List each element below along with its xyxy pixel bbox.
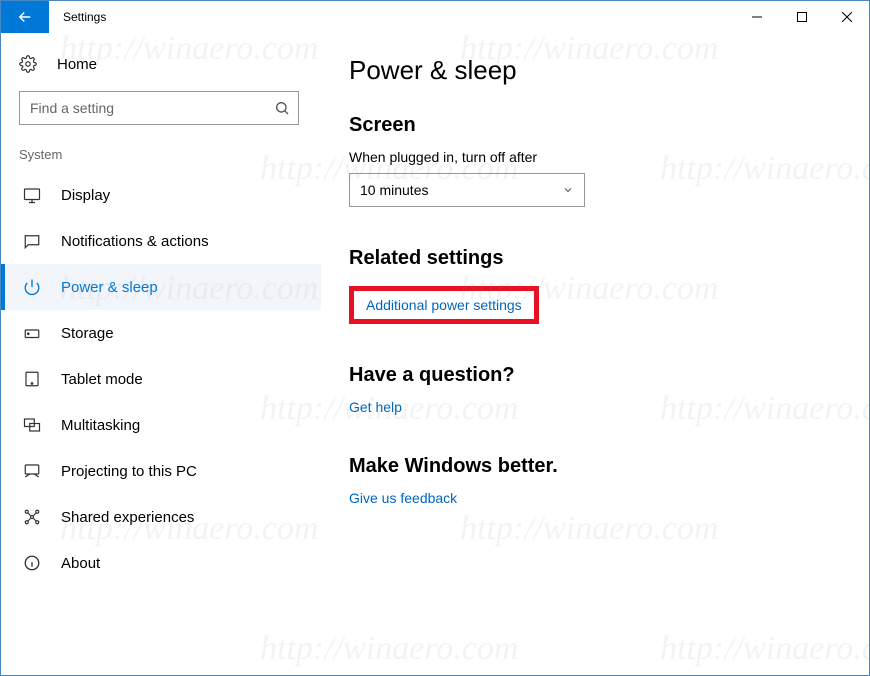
- sidebar-nav: Display Notifications & actions Power & …: [1, 172, 321, 586]
- sidebar-item-label: Multitasking: [61, 417, 140, 434]
- multitasking-icon: [23, 416, 41, 434]
- screen-field-label: When plugged in, turn off after: [349, 149, 869, 165]
- question-section: Have a question? Get help: [349, 364, 869, 415]
- additional-power-settings-link[interactable]: Additional power settings: [366, 297, 522, 313]
- screen-timeout-select[interactable]: 10 minutes: [349, 173, 585, 207]
- sidebar-group-label: System: [1, 147, 321, 172]
- sidebar-item-about[interactable]: About: [1, 540, 321, 586]
- shared-icon: [23, 508, 41, 526]
- feedback-section: Make Windows better. Give us feedback: [349, 455, 869, 506]
- back-button[interactable]: [1, 1, 49, 33]
- tablet-icon: [23, 370, 41, 388]
- gear-icon: [19, 55, 37, 73]
- search-box[interactable]: [19, 91, 299, 125]
- sidebar-item-tablet[interactable]: Tablet mode: [1, 356, 321, 402]
- sidebar-item-label: Tablet mode: [61, 371, 143, 388]
- related-section: Related settings Additional power settin…: [349, 247, 869, 324]
- page-title: Power & sleep: [349, 55, 869, 86]
- chevron-down-icon: [562, 184, 574, 196]
- titlebar: Settings: [1, 1, 869, 33]
- maximize-icon: [797, 12, 807, 22]
- display-icon: [23, 186, 41, 204]
- power-icon: [23, 278, 41, 296]
- related-heading: Related settings: [349, 247, 869, 270]
- window-controls: [734, 1, 869, 33]
- notifications-icon: [23, 232, 41, 250]
- sidebar-home-label: Home: [57, 56, 97, 73]
- sidebar-item-label: Power & sleep: [61, 279, 158, 296]
- close-button[interactable]: [824, 1, 869, 33]
- sidebar-item-label: Projecting to this PC: [61, 463, 197, 480]
- about-icon: [23, 554, 41, 572]
- sidebar-item-power[interactable]: Power & sleep: [1, 264, 321, 310]
- sidebar-item-label: Display: [61, 187, 110, 204]
- sidebar-item-shared[interactable]: Shared experiences: [1, 494, 321, 540]
- get-help-link[interactable]: Get help: [349, 399, 402, 415]
- arrow-left-icon: [16, 8, 34, 26]
- sidebar: Home System Display: [1, 33, 321, 675]
- projecting-icon: [23, 462, 41, 480]
- settings-window: Settings Home: [0, 0, 870, 676]
- storage-icon: [23, 324, 41, 342]
- question-heading: Have a question?: [349, 364, 869, 387]
- feedback-heading: Make Windows better.: [349, 455, 869, 478]
- sidebar-item-label: About: [61, 555, 100, 572]
- sidebar-item-label: Notifications & actions: [61, 233, 209, 250]
- screen-timeout-value: 10 minutes: [360, 182, 428, 198]
- highlight-box: Additional power settings: [349, 286, 539, 324]
- screen-section: Screen When plugged in, turn off after 1…: [349, 114, 869, 207]
- sidebar-home[interactable]: Home: [1, 45, 321, 91]
- search-icon: [274, 100, 290, 116]
- sidebar-item-notifications[interactable]: Notifications & actions: [1, 218, 321, 264]
- sidebar-item-label: Storage: [61, 325, 114, 342]
- screen-heading: Screen: [349, 114, 869, 137]
- maximize-button[interactable]: [779, 1, 824, 33]
- sidebar-item-multitasking[interactable]: Multitasking: [1, 402, 321, 448]
- search-input[interactable]: [30, 100, 274, 116]
- sidebar-item-display[interactable]: Display: [1, 172, 321, 218]
- sidebar-item-label: Shared experiences: [61, 509, 194, 526]
- window-title: Settings: [49, 1, 120, 33]
- sidebar-item-projecting[interactable]: Projecting to this PC: [1, 448, 321, 494]
- feedback-link[interactable]: Give us feedback: [349, 490, 457, 506]
- sidebar-item-storage[interactable]: Storage: [1, 310, 321, 356]
- minimize-icon: [752, 12, 762, 22]
- minimize-button[interactable]: [734, 1, 779, 33]
- close-icon: [842, 12, 852, 22]
- content-pane: Power & sleep Screen When plugged in, tu…: [321, 33, 869, 675]
